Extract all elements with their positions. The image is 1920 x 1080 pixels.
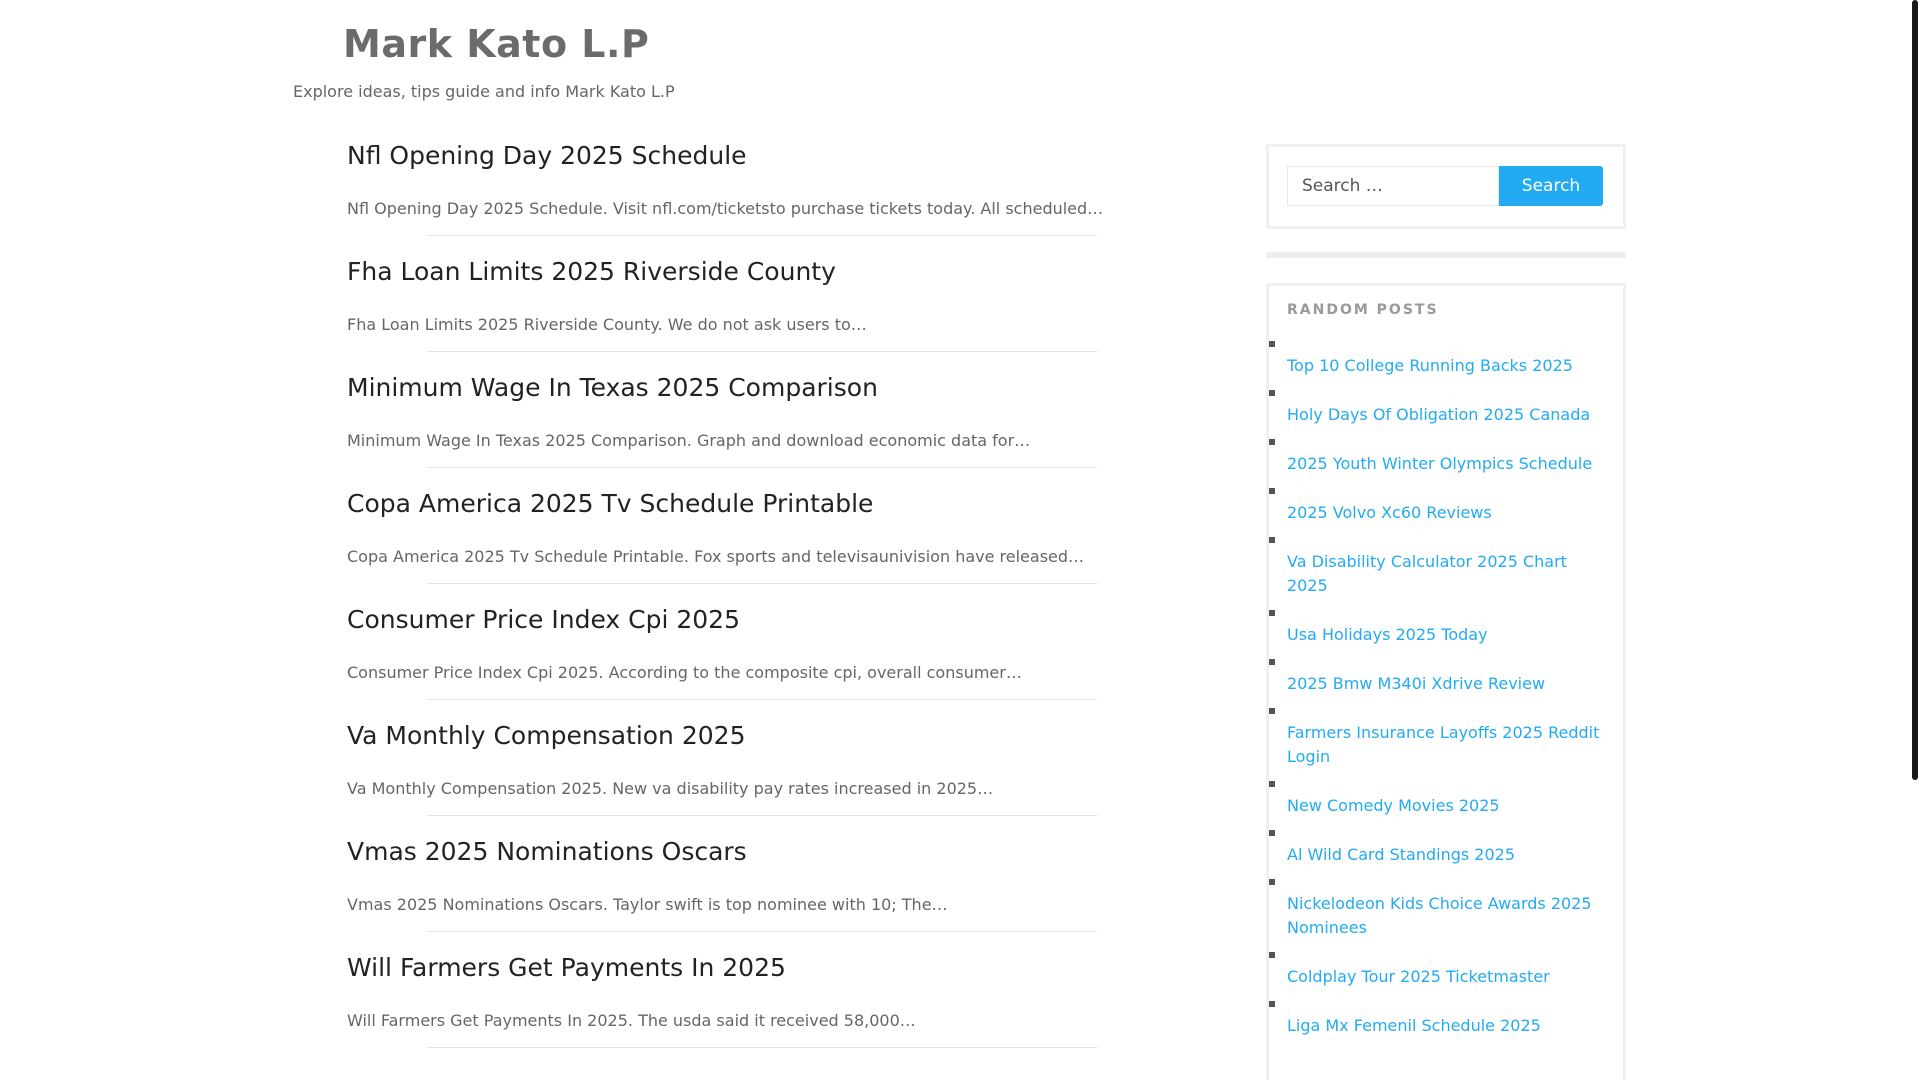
random-post-link[interactable]: Usa Holidays 2025 Today [1287,623,1607,647]
search-widget: Search [1266,144,1626,229]
bullet-icon [1269,488,1275,494]
bullet-icon [1269,952,1275,958]
post-excerpt: Nfl Opening Day 2025 Schedule. Visit nfl… [347,199,1104,218]
random-post-link[interactable]: Va Disability Calculator 2025 Chart 2025 [1287,550,1607,598]
post-divider [427,699,1097,700]
post-title[interactable]: Vmas 2025 Nominations Oscars [347,837,747,866]
post-divider [427,235,1097,236]
post-excerpt: Fha Loan Limits 2025 Riverside County. W… [347,315,867,334]
random-post-link[interactable]: Holy Days Of Obligation 2025 Canada [1287,403,1607,427]
post-excerpt: Minimum Wage In Texas 2025 Comparison. G… [347,431,1031,450]
list-item: Holy Days Of Obligation 2025 Canada [1269,390,1623,427]
bullet-icon [1269,781,1275,787]
post-title[interactable]: Consumer Price Index Cpi 2025 [347,605,740,634]
random-posts-list: Top 10 College Running Backs 2025 Holy D… [1269,341,1623,1050]
bullet-icon [1269,610,1275,616]
list-item: Nickelodeon Kids Choice Awards 2025 Nomi… [1269,879,1623,940]
post-item: Nfl Opening Day 2025 Schedule Nfl Openin… [347,138,1103,254]
random-post-link[interactable]: Farmers Insurance Layoffs 2025 Reddit Lo… [1287,721,1607,769]
post-item: Minimum Wage In Texas 2025 Comparison Mi… [347,370,1097,486]
site-description: Explore ideas, tips guide and info Mark … [293,82,675,101]
bullet-icon [1269,439,1275,445]
random-post-link[interactable]: 2025 Youth Winter Olympics Schedule [1287,452,1607,476]
post-item: Vmas 2025 Nominations Oscars Vmas 2025 N… [347,834,1097,950]
widget-divider [1266,252,1626,258]
random-post-link[interactable]: Liga Mx Femenil Schedule 2025 [1287,1014,1607,1038]
list-item: Liga Mx Femenil Schedule 2025 [1269,1001,1623,1038]
list-item: 2025 Bmw M340i Xdrive Review [1269,659,1623,696]
list-item: Al Wild Card Standings 2025 [1269,830,1623,867]
post-item: Consumer Price Index Cpi 2025 Consumer P… [347,602,1097,718]
post-excerpt: Va Monthly Compensation 2025. New va dis… [347,779,994,798]
bullet-icon [1269,830,1275,836]
list-item: Usa Holidays 2025 Today [1269,610,1623,647]
bullet-icon [1269,659,1275,665]
bullet-icon [1269,708,1275,714]
bullet-icon [1269,1001,1275,1007]
post-excerpt: Will Farmers Get Payments In 2025. The u… [347,1011,916,1030]
random-post-link[interactable]: 2025 Bmw M340i Xdrive Review [1287,672,1607,696]
post-divider [427,931,1097,932]
post-title[interactable]: Minimum Wage In Texas 2025 Comparison [347,373,878,402]
list-item: Coldplay Tour 2025 Ticketmaster [1269,952,1623,989]
random-post-link[interactable]: Al Wild Card Standings 2025 [1287,843,1607,867]
random-post-link[interactable]: Top 10 College Running Backs 2025 [1287,354,1607,378]
list-item: Farmers Insurance Layoffs 2025 Reddit Lo… [1269,708,1623,769]
post-title[interactable]: Copa America 2025 Tv Schedule Printable [347,489,873,518]
post-item: Will Farmers Get Payments In 2025 Will F… [347,950,1097,1066]
post-excerpt: Vmas 2025 Nominations Oscars. Taylor swi… [347,895,948,914]
post-title[interactable]: Fha Loan Limits 2025 Riverside County [347,257,836,286]
random-post-link[interactable]: New Comedy Movies 2025 [1287,794,1607,818]
list-item: 2025 Volvo Xc60 Reviews [1269,488,1623,525]
bullet-icon [1269,879,1275,885]
post-title[interactable]: Will Farmers Get Payments In 2025 [347,953,786,982]
post-divider [427,583,1097,584]
sidebar: Search RANDOM POSTS Top 10 College Runni… [1266,144,1626,1080]
post-excerpt: Copa America 2025 Tv Schedule Printable.… [347,547,1085,566]
post-list: Nfl Opening Day 2025 Schedule Nfl Openin… [347,138,1103,1066]
post-divider [427,1047,1097,1048]
post-title[interactable]: Va Monthly Compensation 2025 [347,721,745,750]
post-excerpt: Consumer Price Index Cpi 2025. According… [347,663,1022,682]
random-posts-widget: RANDOM POSTS Top 10 College Running Back… [1266,283,1626,1080]
bullet-icon [1269,537,1275,543]
post-item: Va Monthly Compensation 2025 Va Monthly … [347,718,1097,834]
bullet-icon [1269,390,1275,396]
random-posts-title: RANDOM POSTS [1287,302,1439,318]
list-item: Top 10 College Running Backs 2025 [1269,341,1623,378]
post-divider [427,815,1097,816]
random-post-link[interactable]: Nickelodeon Kids Choice Awards 2025 Nomi… [1287,892,1607,940]
random-post-link[interactable]: 2025 Volvo Xc60 Reviews [1287,501,1607,525]
site-header: Mark Kato L.P Explore ideas, tips guide … [0,0,1900,120]
site-title[interactable]: Mark Kato L.P [343,22,649,66]
list-item: New Comedy Movies 2025 [1269,781,1623,818]
list-item: Va Disability Calculator 2025 Chart 2025 [1269,537,1623,598]
post-title[interactable]: Nfl Opening Day 2025 Schedule [347,141,747,170]
post-divider [427,467,1097,468]
scrollbar[interactable] [1912,0,1918,780]
bullet-icon [1269,341,1275,347]
random-post-link[interactable]: Coldplay Tour 2025 Ticketmaster [1287,965,1607,989]
post-item: Copa America 2025 Tv Schedule Printable … [347,486,1097,602]
search-input[interactable] [1287,166,1499,206]
search-button[interactable]: Search [1499,166,1603,206]
list-item: 2025 Youth Winter Olympics Schedule [1269,439,1623,476]
post-divider [427,351,1097,352]
post-item: Fha Loan Limits 2025 Riverside County Fh… [347,254,1097,370]
